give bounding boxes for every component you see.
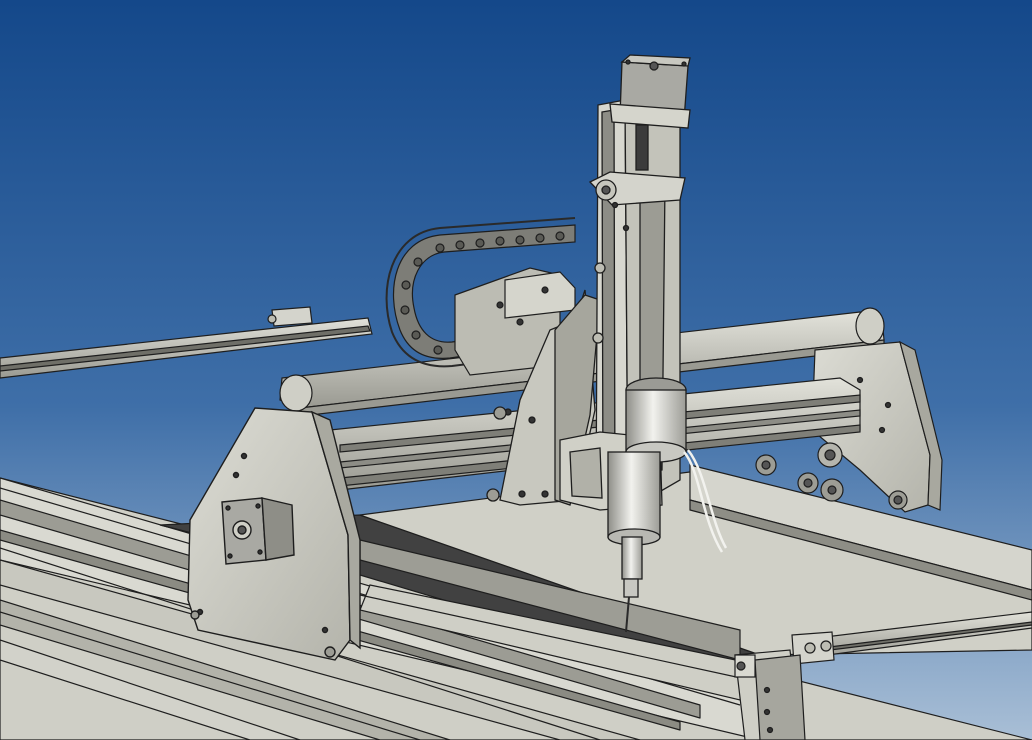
cad-3d-viewport[interactable]	[0, 0, 1032, 740]
z-stepper-motor	[609, 54, 691, 129]
front-right-end-plate	[734, 649, 806, 740]
lead-screw	[635, 124, 649, 171]
cnc-router-model-icon	[0, 0, 1032, 740]
y-stepper-motor	[221, 497, 295, 565]
